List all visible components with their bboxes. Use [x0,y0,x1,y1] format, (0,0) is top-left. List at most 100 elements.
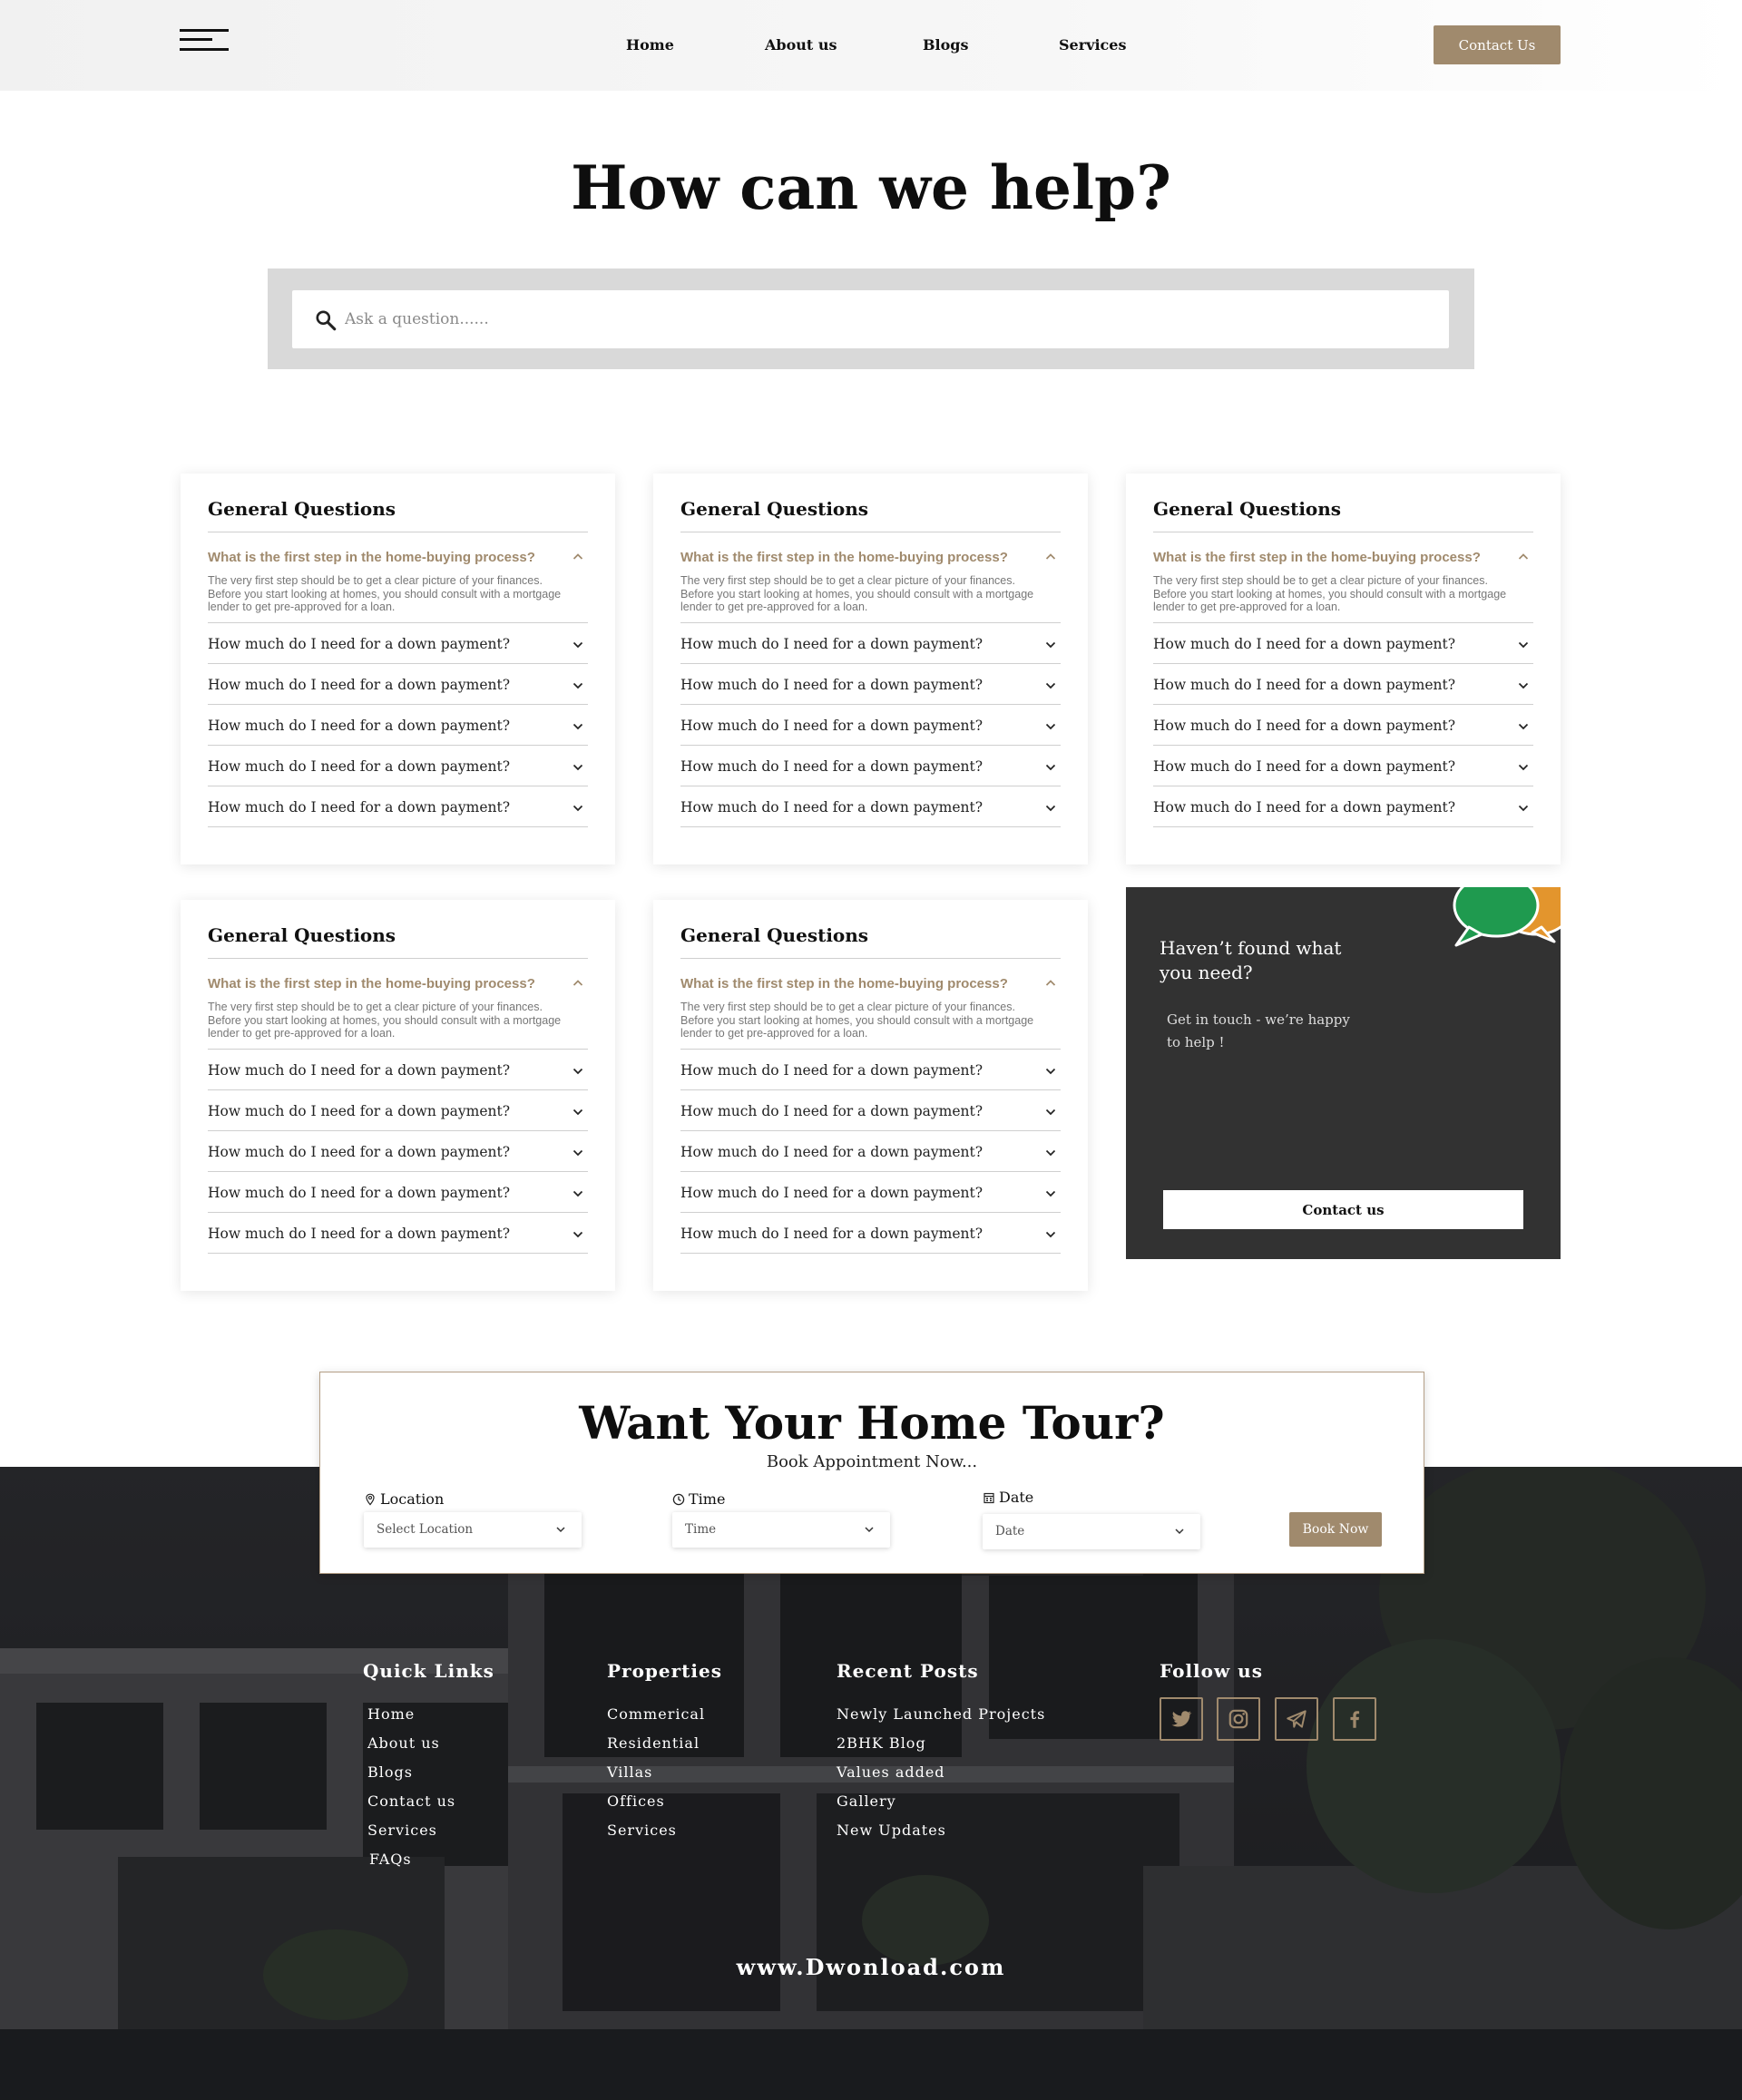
faq-question-row[interactable]: How much do I need for a down payment? [208,786,588,827]
faq-question-text: How much do I need for a down payment? [208,1103,511,1119]
faq-question-open[interactable]: What is the first step in the home-buyin… [208,550,553,565]
chevron-down-icon [1045,805,1056,812]
telegram-link[interactable] [1275,1697,1318,1741]
faq-question-row[interactable]: How much do I need for a down payment? [208,1213,588,1254]
faq-answer: The very first step should be to get a c… [208,574,562,614]
faq-question-open[interactable]: What is the first step in the home-buyin… [680,976,1025,991]
nav-link-blogs[interactable]: Blogs [923,36,968,54]
faq-question-row[interactable]: How much do I need for a down payment? [208,664,588,705]
faq-question-text: How much do I need for a down payment? [1153,718,1456,734]
faq-question-row[interactable]: How much do I need for a down payment? [680,1090,1061,1131]
faq-question-row[interactable]: How much do I need for a down payment? [680,623,1061,664]
tour-title: Want Your Home Tour? [579,1396,1165,1450]
faq-question-row[interactable]: How much do I need for a down payment? [680,1172,1061,1213]
faq-question-row[interactable]: How much do I need for a down payment? [208,705,588,746]
faq-card-title: General Questions [680,498,869,520]
location-select[interactable]: Select Location [364,1512,582,1548]
faq-question-text: How much do I need for a down payment? [1153,799,1456,816]
menu-icon[interactable] [180,27,229,53]
chevron-up-icon [1045,980,1056,986]
faq-question-text: How much do I need for a down payment? [680,1103,984,1119]
instagram-link[interactable] [1217,1697,1260,1741]
faq-question-row[interactable]: How much do I need for a down payment? [680,1213,1061,1254]
time-label-text: Time [689,1490,726,1508]
footer-link-about[interactable]: About us [367,1734,440,1752]
chevron-down-icon [1518,723,1529,730]
footer-link-blogs[interactable]: Blogs [367,1763,413,1781]
home-tour-form: Want Your Home Tour? Book Appointment No… [319,1372,1424,1574]
faq-card: General Questions What is the first step … [181,474,615,864]
faq-question-row[interactable]: How much do I need for a down payment? [680,1131,1061,1172]
search-box[interactable] [292,290,1449,348]
footer-link-offices[interactable]: Offices [607,1792,665,1810]
faq-question-open[interactable]: What is the first step in the home-buyin… [1153,550,1498,565]
help-card-subtitle: Get in touch - we’re happy to help ! [1167,1011,1350,1050]
chat-bubbles-icon [1453,887,1561,947]
chevron-down-icon [573,1109,583,1116]
footer-link-2bhk[interactable]: 2BHK Blog [837,1734,926,1752]
faq-question-row[interactable]: How much do I need for a down payment? [680,746,1061,786]
footer-link-villas[interactable]: Villas [607,1763,652,1781]
chevron-up-icon [573,553,583,560]
footer-link-prop-services[interactable]: Services [607,1822,677,1839]
faq-question-open[interactable]: What is the first step in the home-buyin… [208,976,553,991]
nav-link-services[interactable]: Services [1059,36,1126,54]
faq-answer: The very first step should be to get a c… [680,1001,1034,1040]
help-card-title: Haven’t found what you need? [1160,937,1342,983]
faq-card: General Questions What is the first step … [1126,474,1561,864]
search-input[interactable] [345,303,1415,336]
footer-link-new-projects[interactable]: Newly Launched Projects [837,1705,1045,1723]
faq-question-row[interactable]: How much do I need for a down payment? [1153,664,1533,705]
faq-question-row[interactable]: How much do I need for a down payment? [680,786,1061,827]
footer-link-values[interactable]: Values added [837,1763,945,1781]
footer-link-home[interactable]: Home [367,1705,415,1723]
quick-links-title: Quick Links [363,1660,494,1682]
date-label: Date [983,1489,1033,1506]
faq-question-row[interactable]: How much do I need for a down payment? [680,664,1061,705]
faq-card-title: General Questions [208,924,396,946]
location-label-text: Location [380,1490,445,1508]
faq-question-row[interactable]: How much do I need for a down payment? [1153,705,1533,746]
footer-link-updates[interactable]: New Updates [837,1822,946,1839]
chevron-down-icon [1045,1109,1056,1116]
faq-question-row[interactable]: How much do I need for a down payment? [1153,786,1533,827]
chevron-down-icon [573,1068,583,1075]
time-select[interactable]: Time [672,1512,890,1548]
faq-question-text: How much do I need for a down payment? [208,1185,511,1201]
footer-link-faqs[interactable]: FAQs [369,1851,412,1868]
date-select[interactable]: Date [983,1514,1200,1549]
footer-link-residential[interactable]: Residential [607,1734,700,1752]
chevron-down-icon [1045,1068,1056,1075]
chevron-down-icon [1045,1190,1056,1197]
help-contact-button[interactable]: Contact us [1163,1190,1523,1229]
footer-link-services[interactable]: Services [367,1822,437,1839]
chevron-down-icon [573,764,583,771]
telegram-icon [1287,1710,1306,1728]
faq-question-row[interactable]: How much do I need for a down payment? [1153,746,1533,786]
nav-link-home[interactable]: Home [626,36,674,54]
faq-card: General Questions What is the first step … [653,900,1088,1291]
faq-question-row[interactable]: How much do I need for a down payment? [208,746,588,786]
faq-question-row[interactable]: How much do I need for a down payment? [208,1090,588,1131]
faq-question-open[interactable]: What is the first step in the home-buyin… [680,550,1025,565]
faq-question-row[interactable]: How much do I need for a down payment? [208,1131,588,1172]
follow-us-title: Follow us [1160,1660,1263,1682]
faq-question-row[interactable]: How much do I need for a down payment? [680,1050,1061,1090]
faq-answer: The very first step should be to get a c… [208,1001,562,1040]
footer-link-gallery[interactable]: Gallery [837,1792,896,1810]
chevron-down-icon [1175,1529,1184,1535]
faq-question-row[interactable]: How much do I need for a down payment? [680,705,1061,746]
faq-question-row[interactable]: How much do I need for a down payment? [1153,623,1533,664]
book-now-button[interactable]: Book Now [1289,1512,1382,1547]
faq-question-row[interactable]: How much do I need for a down payment? [208,623,588,664]
facebook-link[interactable] [1333,1697,1376,1741]
contact-us-button[interactable]: Contact Us [1434,25,1561,64]
divider [680,958,1061,959]
twitter-link[interactable] [1160,1697,1203,1741]
nav-link-about[interactable]: About us [765,36,837,54]
footer-link-contact[interactable]: Contact us [367,1792,455,1810]
faq-question-row[interactable]: How much do I need for a down payment? [208,1050,588,1090]
footer-link-commercial[interactable]: Commerical [607,1705,705,1723]
faq-question-row[interactable]: How much do I need for a down payment? [208,1172,588,1213]
chevron-down-icon [1045,682,1056,689]
